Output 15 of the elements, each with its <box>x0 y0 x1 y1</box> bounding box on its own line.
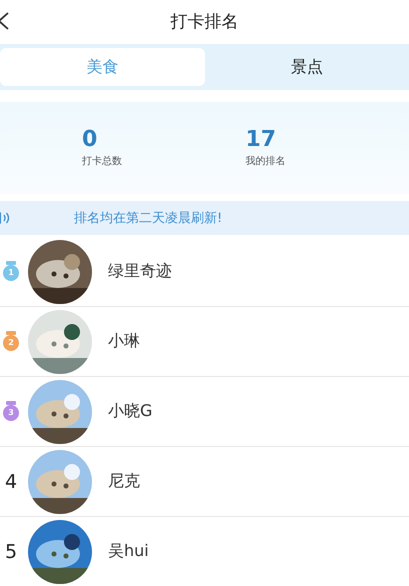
user-name: 绿里奇迹 <box>108 261 172 282</box>
stat-value: 17 <box>246 128 278 152</box>
stat-label: 我的排名 <box>246 154 286 168</box>
rank-number: 5 <box>4 540 18 562</box>
stat-value: 0 <box>82 128 98 152</box>
notice-text: 排名均在第二天凌晨刷新! <box>74 210 222 227</box>
back-icon[interactable] <box>0 11 10 31</box>
user-name: 尼克 <box>108 471 140 492</box>
user-name: 小琳 <box>108 331 140 352</box>
user-name: 小晓G <box>108 401 152 422</box>
stat-label: 打卡总数 <box>82 154 123 168</box>
page-title: 打卡排名 <box>170 10 238 32</box>
rank-number: 4 <box>4 470 18 492</box>
user-name: 吴hui <box>108 541 149 562</box>
category-tab[interactable]: 景点 <box>204 48 409 86</box>
